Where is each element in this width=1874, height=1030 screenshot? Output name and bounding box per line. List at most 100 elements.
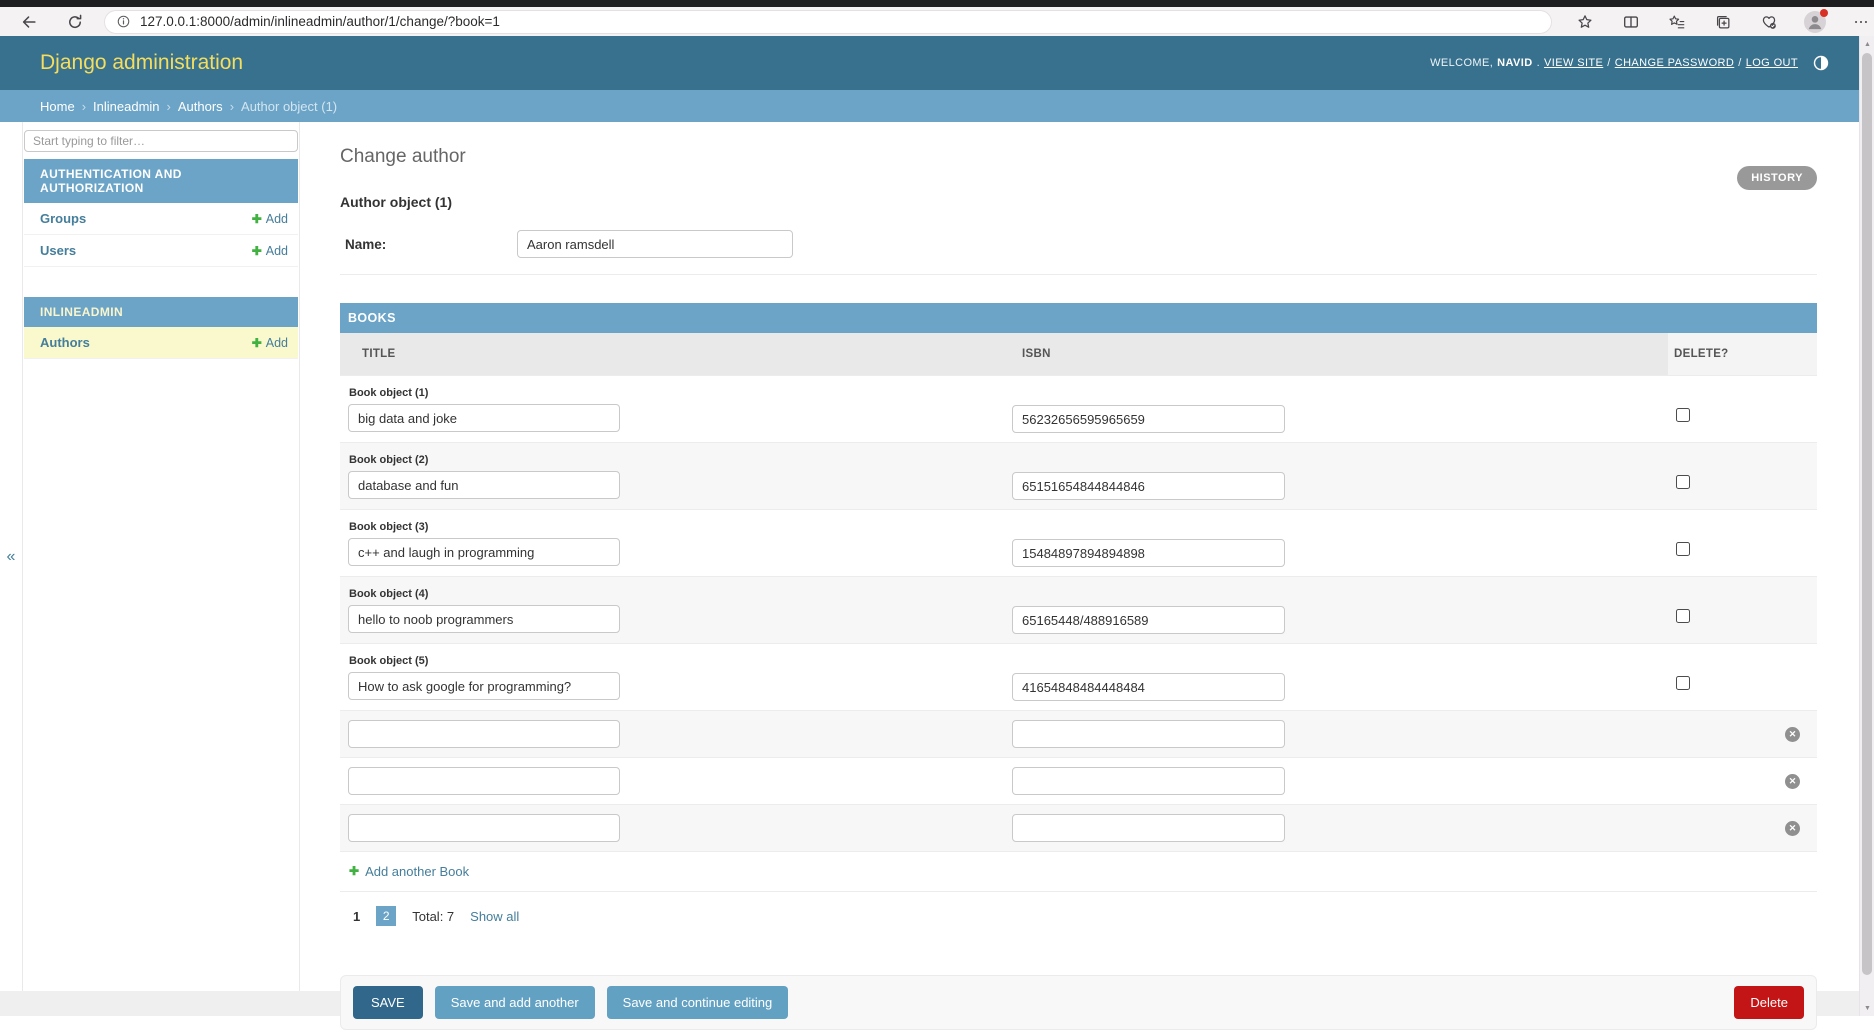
book-title-input[interactable] (348, 605, 620, 633)
name-input[interactable] (517, 230, 793, 258)
remove-cell: ✕ (1668, 767, 1817, 795)
scroll-down-arrow[interactable]: ▼ (1860, 1000, 1874, 1016)
delete-checkbox[interactable] (1676, 408, 1690, 422)
model-link[interactable]: Users (40, 243, 76, 258)
sidebar-module: AUTHENTICATION AND AUTHORIZATIONGroups✚A… (24, 159, 298, 267)
book-title-input[interactable] (348, 538, 620, 566)
book-isbn-input[interactable] (1012, 673, 1285, 701)
sidebar-section-title[interactable]: INLINEADMIN (24, 297, 298, 327)
model-link[interactable]: Authors (40, 335, 90, 350)
title-cell (340, 814, 1012, 842)
add-label: Add (266, 244, 288, 258)
nav-sidebar: AUTHENTICATION AND AUTHORIZATIONGroups✚A… (23, 122, 300, 991)
isbn-cell (1012, 454, 1668, 500)
plus-icon: ✚ (252, 212, 262, 226)
book-isbn-input[interactable] (1012, 606, 1285, 634)
column-delete: DELETE? (1668, 333, 1817, 375)
title-cell: Book object (4) (340, 588, 1012, 634)
bookmark-star-icon[interactable] (1574, 11, 1596, 33)
site-info-icon[interactable] (116, 14, 131, 29)
inline-pagination: 12Total: 7Show all (340, 891, 1817, 942)
add-link[interactable]: ✚Add (252, 212, 288, 226)
name-form-row: Name: (340, 216, 1817, 275)
collections-icon[interactable] (1712, 11, 1734, 33)
history-button[interactable]: HISTORY (1737, 166, 1817, 190)
name-label: Name: (345, 237, 517, 252)
scrollbar-thumb[interactable] (1862, 53, 1872, 975)
pagination-page-link[interactable]: 1 (353, 909, 360, 924)
save-continue-button[interactable]: Save and continue editing (607, 986, 789, 1019)
model-link[interactable]: Groups (40, 211, 86, 226)
title-cell (340, 720, 1012, 748)
page-scrollbar[interactable]: ▲ ▼ (1859, 36, 1874, 1016)
delete-button[interactable]: Delete (1734, 986, 1804, 1019)
sidebar-module: INLINEADMIN Authors ✚Add (24, 297, 298, 359)
browser-essentials-icon[interactable] (1758, 11, 1780, 33)
pagination-current-page[interactable]: 2 (376, 906, 396, 926)
save-add-another-button[interactable]: Save and add another (435, 986, 595, 1019)
breadcrumb-link-authors[interactable]: Authors (178, 99, 223, 114)
sidebar-filter-input[interactable] (24, 130, 298, 152)
book-isbn-input[interactable] (1012, 720, 1285, 748)
breadcrumb-separator: › (167, 99, 171, 114)
book-object-label: Book object (2) (349, 454, 1012, 466)
show-all-link[interactable]: Show all (470, 909, 519, 924)
add-link[interactable]: ✚Add (252, 336, 288, 350)
breadcrumb-link-inlineadmin[interactable]: Inlineadmin (93, 99, 160, 114)
user-link-separator: / (1738, 57, 1741, 69)
sidebar-item-authors[interactable]: Authors ✚Add (24, 327, 298, 359)
book-title-input[interactable] (348, 471, 620, 499)
profile-avatar-icon[interactable] (1804, 11, 1826, 33)
username: NAVID (1497, 57, 1532, 69)
more-icon[interactable] (1850, 11, 1872, 33)
user-link-view-site[interactable]: VIEW SITE (1544, 57, 1603, 69)
book-isbn-input[interactable] (1012, 405, 1285, 433)
add-link[interactable]: ✚Add (252, 244, 288, 258)
site-title[interactable]: Django administration (40, 51, 243, 75)
sidebar-toggle[interactable]: « (0, 122, 23, 991)
remove-row-icon[interactable]: ✕ (1785, 727, 1800, 742)
book-title-input[interactable] (348, 814, 620, 842)
remove-row-icon[interactable]: ✕ (1785, 774, 1800, 789)
theme-toggle-icon[interactable] (1812, 54, 1830, 72)
sidebar-item-groups[interactable]: Groups ✚Add (24, 203, 298, 235)
title-cell: Book object (2) (340, 454, 1012, 500)
delete-checkbox[interactable] (1676, 609, 1690, 623)
book-title-input[interactable] (348, 767, 620, 795)
book-title-input[interactable] (348, 720, 620, 748)
column-title: TITLE (340, 333, 1012, 375)
delete-checkbox[interactable] (1676, 475, 1690, 489)
delete-checkbox[interactable] (1676, 676, 1690, 690)
add-label: Add (266, 336, 288, 350)
isbn-cell (1012, 387, 1668, 433)
user-link-change-password[interactable]: CHANGE PASSWORD (1615, 57, 1734, 69)
scroll-up-arrow[interactable]: ▲ (1860, 36, 1874, 52)
submit-row: SAVE Save and add another Save and conti… (340, 975, 1817, 1030)
url-text: 127.0.0.1:8000/admin/inlineadmin/author/… (140, 14, 500, 29)
content: Change author HISTORY Author object (1) … (300, 122, 1874, 991)
back-icon[interactable] (18, 11, 40, 33)
book-title-input[interactable] (348, 672, 620, 700)
delete-checkbox[interactable] (1676, 542, 1690, 556)
split-screen-icon[interactable] (1620, 11, 1642, 33)
remove-cell: ✕ (1668, 720, 1817, 748)
refresh-icon[interactable] (64, 11, 86, 33)
book-isbn-input[interactable] (1012, 767, 1285, 795)
sidebar-item-users[interactable]: Users ✚Add (24, 235, 298, 267)
sidebar-sections: AUTHENTICATION AND AUTHORIZATIONGroups✚A… (24, 159, 298, 359)
book-isbn-input[interactable] (1012, 814, 1285, 842)
address-bar[interactable]: 127.0.0.1:8000/admin/inlineadmin/author/… (104, 10, 1552, 34)
add-another-book-link[interactable]: ✚ Add another Book (349, 864, 469, 879)
book-title-input[interactable] (348, 404, 620, 432)
delete-cell (1668, 655, 1817, 701)
sidebar-section-title[interactable]: AUTHENTICATION AND AUTHORIZATION (24, 159, 298, 203)
save-button[interactable]: SAVE (353, 986, 423, 1019)
book-isbn-input[interactable] (1012, 472, 1285, 500)
book-isbn-input[interactable] (1012, 539, 1285, 567)
user-link-log-out[interactable]: LOG OUT (1746, 57, 1798, 69)
book-row: Book object (2) (340, 442, 1817, 509)
favorites-icon[interactable] (1666, 11, 1688, 33)
remove-row-icon[interactable]: ✕ (1785, 821, 1800, 836)
breadcrumb-link-home[interactable]: Home (40, 99, 75, 114)
breadcrumb: Home›Inlineadmin›Authors›Author object (… (0, 90, 1874, 122)
